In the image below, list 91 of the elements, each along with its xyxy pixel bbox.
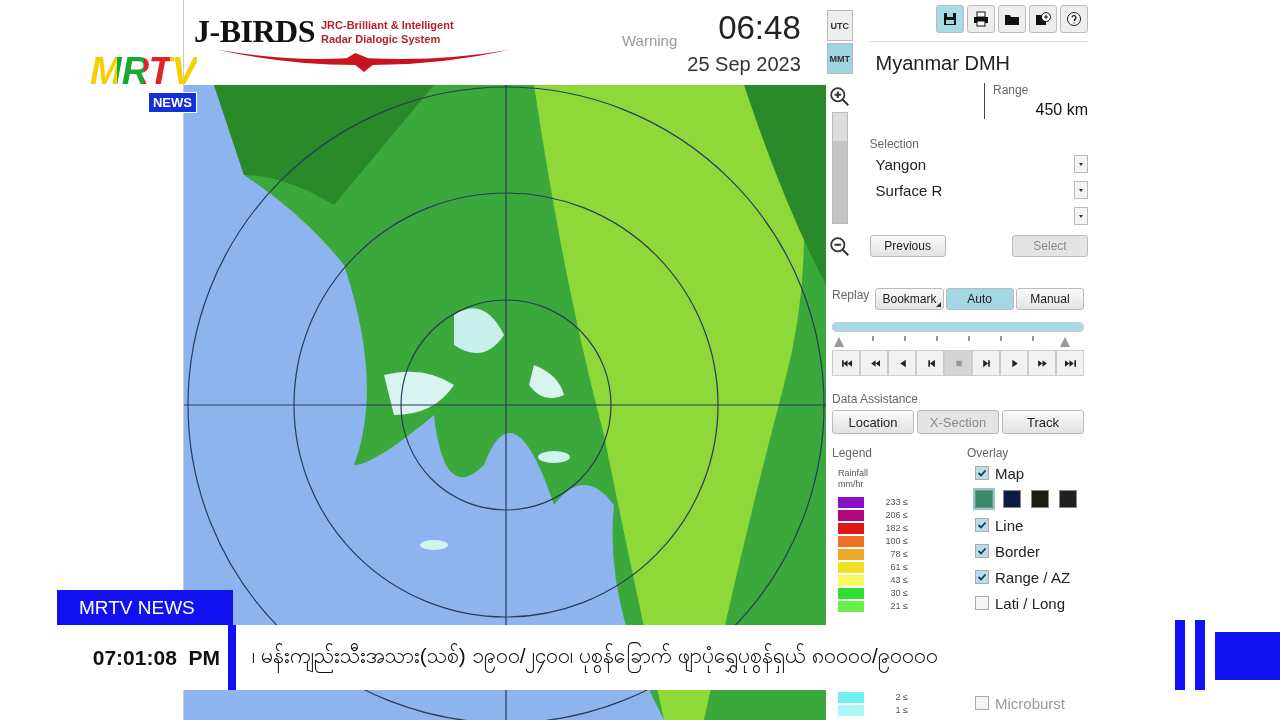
overlay-checkbox[interactable] [975,596,989,610]
legend-value: 182 ≤ [884,523,908,534]
check-icon [977,520,987,530]
broadcast-clock: 07:01:08 PM [91,645,221,670]
news-badge: NEWS [147,92,197,113]
time-zone-button[interactable]: MMT [826,43,853,74]
step-forward-button[interactable] [972,350,1000,376]
overlay-option-label: Border [995,542,1041,560]
forward-button[interactable] [1028,350,1056,376]
data-assistance-button[interactable]: Track [1002,410,1084,434]
app-logo-title: J-BIRDS [194,13,315,50]
range-label: Range [993,83,1030,97]
app-logo-subtitle: JRC-Brilliant & Intelligent [320,17,454,32]
legend-value: 43 ≤ [889,575,908,586]
map-style-swatch[interactable] [1003,490,1021,508]
replay-mode-button[interactable]: Bookmark [875,288,944,310]
warning-label: Warning [622,32,678,49]
dropdown-caret-icon[interactable] [1074,181,1088,199]
folder-button[interactable] [998,5,1026,33]
step-forward-icon [980,357,992,369]
data-assistance-label: Data Assistance [832,392,920,406]
first-button[interactable] [832,350,860,376]
back-button[interactable] [888,350,916,376]
skip-start-icon [840,357,852,369]
zoom-in-icon[interactable] [828,86,851,108]
check-icon [977,468,987,478]
ticker-text: ၊ မန်းကျည်းသီးအသား(သစ်) ၁၉၀၀/၂၄၀၀၊ ပုစွန်ခြောက် ဖျာပုံရွှေပုစွန်ရှယ် ၈၀၀၀၀/၉၀၀၀၀ [252,642,1177,673]
legend-value: 1 ≤ [894,705,908,716]
map-style-swatch[interactable] [1059,490,1077,508]
legend-value: 78 ≤ [889,549,908,560]
legend-value: 100 ≤ [884,536,908,547]
ticker-end-block [1215,632,1280,680]
step-back-button[interactable] [916,350,944,376]
dropdown-caret-icon[interactable] [1074,207,1088,225]
overlay-label: Overlay [967,446,1010,460]
overlay-option-label: Line [995,516,1024,534]
replay-mode-button[interactable]: Auto [945,288,1014,310]
channel-label: MRTV NEWS [57,590,233,625]
legend-value: 233 ≤ [884,497,908,508]
check-icon [977,572,987,582]
data-assistance-button[interactable]: Location [832,410,914,434]
legend-unit: mm/hr [838,479,865,490]
check-icon [977,546,987,556]
overlay-option-label: Map [995,464,1025,482]
previous-button[interactable]: Previous [869,235,946,257]
printer-icon [973,11,989,27]
help-icon [1066,11,1082,27]
legend-value: 61 ≤ [889,562,908,573]
legend-value: 2 ≤ [894,692,908,703]
app-logo-subtitle: Radar Dialogic System [320,31,442,46]
legend-value: 21 ≤ [889,601,908,612]
overlay-checkbox[interactable] [975,570,989,584]
overlay-checkbox[interactable] [975,696,989,710]
selection-dropdown[interactable]: Yangon [869,151,1088,177]
map-style-swatch[interactable] [1031,490,1049,508]
add-icon [1035,11,1051,27]
legend-unit: Rainfall [838,468,869,479]
overlay-option-label: Lati / Long [995,594,1066,612]
selection-label: Selection [869,137,920,151]
replay-label: Replay [832,288,870,302]
dropdown-caret-icon[interactable] [1074,155,1088,173]
legend-value: 30 ≤ [889,588,908,599]
save-icon [942,11,958,27]
overlay-checkbox[interactable] [975,518,989,532]
overlay-option-label: Microburst [995,694,1065,712]
fast-forward-icon [1036,357,1048,369]
play-button[interactable] [1000,350,1028,376]
time-zone-button[interactable]: UTC [826,10,853,41]
zoom-out-icon[interactable] [828,236,851,258]
help-button[interactable] [1060,5,1088,33]
radar-date: 25 Sep 2023 [687,53,801,76]
overlay-checkbox[interactable] [975,466,989,480]
overlay-checkbox[interactable] [975,544,989,558]
range-value: 450 km [1035,101,1088,119]
legend-value: 206 ≤ [884,510,908,521]
selection-dropdown[interactable]: Surface R [869,177,1088,203]
legend-label: Legend [832,446,874,460]
overlay-option-label: Range / AZ [995,568,1071,586]
print-button[interactable] [967,5,995,33]
rewind-icon [868,357,880,369]
save-button[interactable] [936,5,964,33]
replay-mode-button[interactable]: Manual [1015,288,1084,310]
map-style-swatch[interactable] [975,490,993,508]
add-button[interactable] [1029,5,1057,33]
radar-time: 06:48 [718,9,801,47]
station-name: Myanmar DMH [875,52,1011,75]
rewind-button[interactable] [860,350,888,376]
skip-end-icon [1064,357,1076,369]
last-button[interactable] [1056,350,1084,376]
ticker-bars-drawing [1175,620,1205,690]
zoom-slider[interactable] [831,112,848,224]
